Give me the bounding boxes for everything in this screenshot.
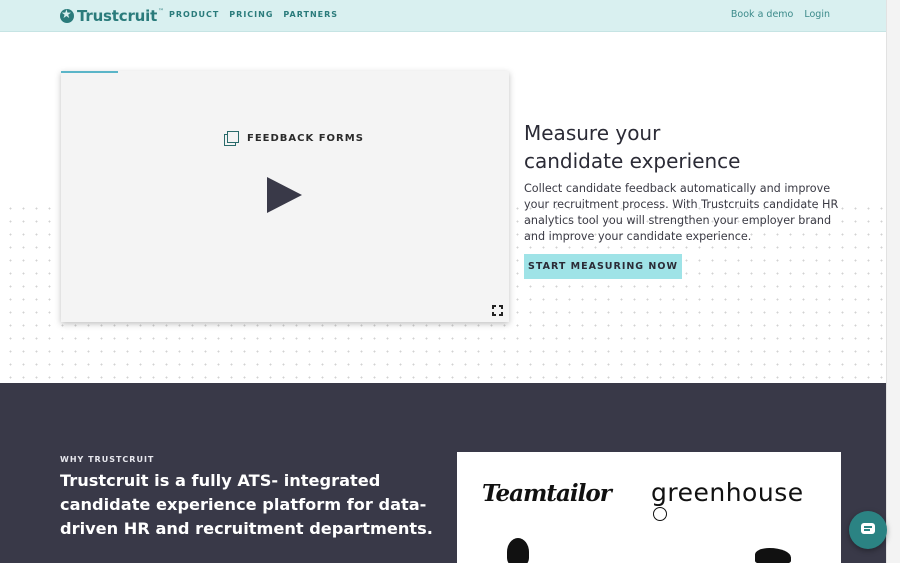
hero-section: FEEDBACK FORMS Measure your candidate ex… [0,33,886,383]
logo-trademark: ™ [158,8,165,15]
start-measuring-button[interactable]: START MEASURING NOW [524,254,682,279]
hero-title-line1: Measure your [524,121,661,145]
hero-description: Collect candidate feedback automatically… [524,182,839,243]
login-link[interactable]: Login [804,9,830,20]
star-badge-icon [60,7,74,23]
section-eyebrow: WHY TRUSTCRUIT [60,455,155,464]
hero-title-line2: candidate experience [524,149,741,173]
nav-link-pricing[interactable]: PRICING [229,10,273,19]
nav-link-product[interactable]: PRODUCT [169,10,219,19]
page-scrollbar[interactable] [886,0,900,563]
nav-actions: Book a demo Login [731,9,830,20]
chat-widget-button[interactable] [849,511,887,549]
why-trustcruit-section: WHY TRUSTCRUIT Trustcruit is a fully ATS… [0,383,886,563]
top-navbar: Trustcruit ™ PRODUCT PRICING PARTNERS Bo… [0,0,886,32]
logo-text: Trustcruit [77,7,158,25]
hero-title: Measure your candidate experience [524,119,844,175]
section-title: Trustcruit is a fully ATS- integrated ca… [60,471,433,538]
video-label: FEEDBACK FORMS [224,131,364,146]
chat-bubble-icon [861,523,875,534]
video-progress-accent [61,71,118,73]
fullscreen-icon[interactable] [492,305,503,316]
play-icon[interactable] [267,177,302,213]
partner-logo-animal [755,548,791,563]
stack-icon [224,131,239,146]
greenhouse-logo: greenhouse [651,478,804,507]
nav-link-partners[interactable]: PARTNERS [283,10,338,19]
video-label-text: FEEDBACK FORMS [247,132,364,144]
greenhouse-logo-mark [653,507,667,521]
book-demo-link[interactable]: Book a demo [731,9,793,20]
partner-logos-panel: Teamtailor greenhouse [457,452,841,563]
partner-logo-figure [507,538,529,563]
logo[interactable]: Trustcruit ™ [60,6,164,26]
teamtailor-logo: Teamtailor [482,480,612,507]
video-player[interactable]: FEEDBACK FORMS [61,71,509,322]
nav-links: PRODUCT PRICING PARTNERS [169,10,338,19]
